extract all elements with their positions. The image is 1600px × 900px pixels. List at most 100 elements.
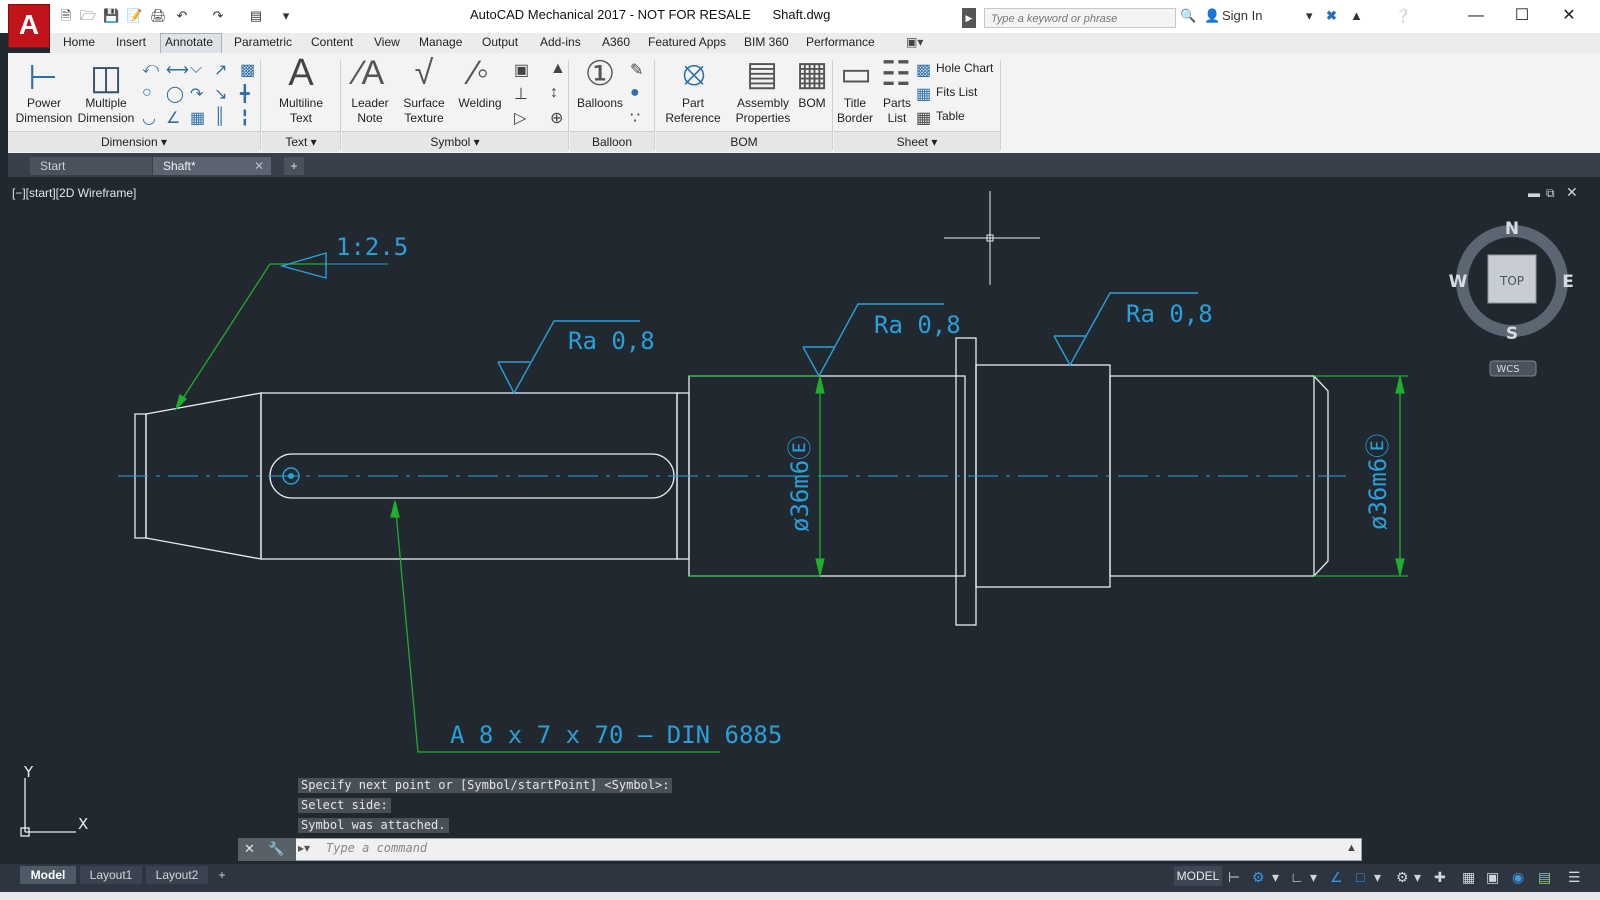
customize-quick-access-icon[interactable]: ▾ [278, 9, 294, 23]
layout-tab-layout1[interactable]: Layout1 [80, 866, 142, 884]
undo-icon[interactable]: ↶ [174, 9, 190, 23]
radius-dim-icon[interactable]: ◯ [166, 84, 184, 104]
drawing-canvas[interactable]: 1:2.5 Ra 0,8 Ra 0,8 Ra 0,8 ø36m6Ⓔ ø36m6Ⓔ… [8, 177, 1600, 867]
baseline-dim-icon[interactable]: ⟷ [166, 60, 189, 80]
tab-view[interactable]: View [374, 35, 400, 49]
open-icon[interactable]: 🗁 [80, 9, 96, 23]
power-dimension-icon[interactable]: ⊢ [23, 58, 63, 98]
chain-dim-icon[interactable]: ║ [214, 108, 225, 126]
new-layout-button[interactable]: + [212, 866, 232, 884]
tab-manage[interactable]: Manage [419, 35, 462, 49]
tab-a360[interactable]: A360 [602, 35, 630, 49]
balloon-edit-icon[interactable]: ✎ [630, 60, 643, 80]
minimize-window-icon[interactable]: — [1462, 4, 1490, 28]
center-hole-icon[interactable]: ⊕ [550, 108, 563, 128]
maximize-window-icon[interactable]: ☐ [1508, 4, 1536, 28]
snap-mode-icon[interactable]: ⚙ [1252, 869, 1265, 886]
binoculars-icon[interactable]: 🔍 [1180, 8, 1196, 24]
snap-dropdown-icon[interactable]: ▾ [1272, 869, 1279, 886]
title-border-button[interactable]: Title Border [830, 96, 880, 126]
viewcube-south[interactable]: S [1506, 324, 1518, 344]
part-reference-button[interactable]: Part Reference [658, 96, 728, 126]
multiple-dimension-icon[interactable]: ◫ [86, 58, 126, 98]
surface-texture-button[interactable]: Surface Texture [398, 96, 450, 126]
balloon-align-icon[interactable]: ● [630, 84, 640, 102]
ribbon-minimize-icon[interactable]: ▣▾ [906, 35, 923, 49]
model-space-toggle[interactable]: MODEL [1174, 866, 1222, 886]
close-doc-tab-icon[interactable]: ✕ [254, 157, 264, 175]
leader-note-button[interactable]: Leader Note [344, 96, 396, 126]
tab-performance[interactable]: Performance [806, 35, 875, 49]
edge-symbol-icon[interactable]: ↕ [550, 84, 558, 102]
layout-tab-model[interactable]: Model [20, 866, 76, 884]
power-dimension-button[interactable]: Power Dimension [12, 96, 76, 126]
annotation-monitor-icon[interactable]: ✚ [1434, 869, 1446, 886]
help-icon[interactable]: ❔ [1395, 8, 1411, 24]
ordinate-dim-icon[interactable]: ⌵ [190, 60, 202, 78]
object-snap-dropdown-icon[interactable]: ▾ [1374, 869, 1381, 886]
multiple-dimension-button[interactable]: Multiple Dimension [74, 96, 138, 126]
sign-in-button[interactable]: Sign In [1222, 8, 1262, 23]
tab-content[interactable]: Content [311, 35, 353, 49]
jogged-dim-icon[interactable]: ↘ [214, 84, 227, 104]
redo-icon[interactable]: ↷ [210, 9, 226, 23]
polar-dropdown-icon[interactable]: ▾ [1310, 869, 1317, 886]
leader-note-icon[interactable]: ∕A [350, 54, 390, 93]
parts-list-button[interactable]: Parts List [876, 96, 918, 126]
isolate-objects-icon[interactable]: ◉ [1512, 869, 1524, 886]
assembly-properties-icon[interactable]: ▤ [742, 54, 782, 94]
fits-list-button[interactable]: Fits List [936, 85, 977, 100]
panel-sheet[interactable]: Sheet ▾ [834, 131, 1000, 152]
title-border-icon[interactable]: ▭ [836, 54, 876, 94]
table-icon[interactable]: ▦ [916, 108, 931, 128]
save-as-icon[interactable]: 📝 [126, 9, 142, 23]
multiline-text-button[interactable]: Multiline Text [268, 96, 334, 126]
viewcube-east[interactable]: E [1562, 272, 1574, 292]
new-doc-tab-button[interactable]: + [284, 157, 304, 175]
bom-icon[interactable]: ▦ [792, 54, 832, 94]
customization-menu-icon[interactable]: ☰ [1568, 869, 1581, 886]
continue-dim-icon[interactable]: ▦ [190, 108, 205, 128]
workspace-gear-icon[interactable]: ⚙ [1396, 869, 1409, 886]
aligned-dim-icon[interactable]: ↗ [214, 60, 227, 80]
dim-space-icon[interactable]: ╏ [240, 108, 250, 128]
application-menu-button[interactable]: A [8, 4, 50, 48]
layout-tab-layout2[interactable]: Layout2 [146, 866, 208, 884]
parts-list-icon[interactable]: ☷ [876, 54, 916, 94]
balloons-button[interactable]: Balloons [572, 96, 628, 111]
workspace-dropdown-icon[interactable]: ▾ [1414, 869, 1421, 886]
feature-control-icon[interactable]: ▲ [550, 60, 566, 78]
new-icon[interactable]: 🗎 [58, 9, 74, 23]
doc-tab-start[interactable]: Start [30, 157, 152, 175]
balloon-collect-icon[interactable]: ∵ [630, 108, 640, 128]
welding-button[interactable]: Welding [450, 96, 510, 111]
search-input[interactable]: Type a keyword or phrase [984, 8, 1176, 28]
angular-dim-icon[interactable]: ∠ [166, 108, 180, 128]
datum-target-icon[interactable]: ⊥ [514, 84, 528, 104]
tab-add-ins[interactable]: Add-ins [540, 35, 581, 49]
object-snap-icon[interactable]: □ [1356, 869, 1364, 885]
grid-icon[interactable]: ⊢ [1228, 869, 1240, 886]
units-icon[interactable]: ▦ [1462, 869, 1475, 886]
osnap-icon[interactable]: ∠ [1330, 869, 1343, 886]
diameter-dim-icon[interactable]: ○ [142, 84, 152, 102]
sign-in-dropdown-icon[interactable]: ▾ [1306, 8, 1313, 24]
command-line-settings-icon[interactable]: 🔧 [268, 841, 284, 857]
hole-chart-button[interactable]: Hole Chart [936, 61, 993, 76]
linear-dim-icon[interactable]: ⤺ [142, 60, 159, 78]
save-icon[interactable]: 💾 [103, 9, 119, 23]
taper-slope-icon[interactable]: ▷ [514, 108, 526, 128]
tab-home[interactable]: Home [63, 35, 95, 49]
arc-dim-icon[interactable]: ↷ [190, 84, 203, 104]
share-icon[interactable]: ▤ [248, 9, 264, 23]
tab-featured-apps[interactable]: Featured Apps [648, 35, 726, 49]
tab-parametric[interactable]: Parametric [234, 35, 292, 49]
hardware-acceleration-icon[interactable]: ▤ [1538, 869, 1551, 886]
balloons-icon[interactable]: ① [580, 54, 620, 94]
panel-dimension[interactable]: Dimension ▾ [8, 131, 260, 152]
assembly-properties-button[interactable]: Assembly Properties [728, 96, 798, 126]
table-button[interactable]: Table [936, 109, 965, 124]
search-expand-icon[interactable]: ▶ [962, 8, 976, 28]
exchange-apps-icon[interactable]: ✖ [1326, 8, 1337, 24]
bom-button[interactable]: BOM [794, 96, 830, 111]
